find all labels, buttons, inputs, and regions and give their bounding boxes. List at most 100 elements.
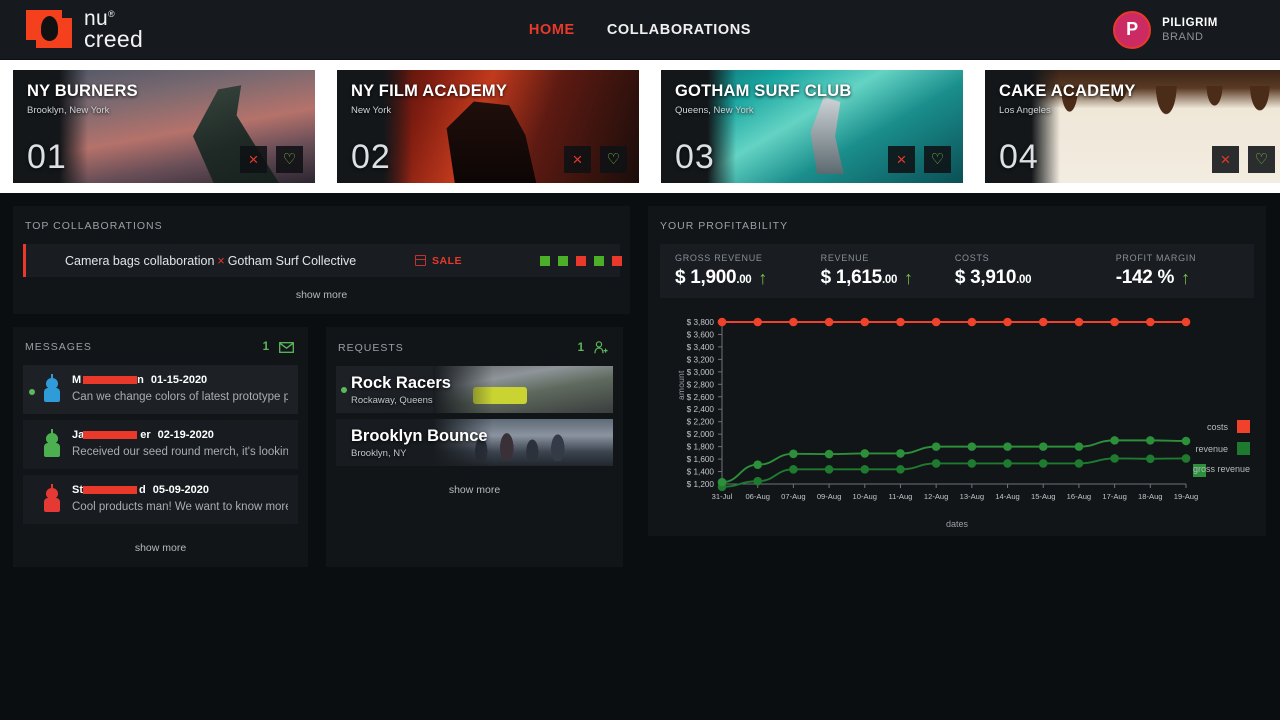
collab-partner-name: Gotham Surf Collective	[227, 253, 357, 268]
request-location: Brooklyn, NY	[351, 447, 407, 459]
x-tick-label: 16-Aug	[1067, 492, 1092, 501]
x-tick-label: 13-Aug	[960, 492, 985, 501]
chart-point	[753, 460, 762, 469]
show-more-messages[interactable]: show more	[13, 530, 308, 567]
logo-wordmark: nu® creed	[84, 8, 143, 50]
x-tick-label: 31-Jul	[712, 492, 733, 501]
kpi-revenue: REVENUE $ 1,615.00 ↑	[806, 253, 940, 289]
app-logo[interactable]: nu® creed	[26, 8, 143, 52]
collaboration-card[interactable]: GOTHAM SURF CLUB Queens, New York 03 × ♡	[661, 70, 963, 183]
chart-point	[824, 465, 834, 474]
nav-item-collaborations[interactable]: COLLABORATIONS	[607, 22, 751, 38]
messages-count: 1	[262, 341, 270, 353]
show-more-collaborations[interactable]: show more	[13, 277, 630, 314]
kpi-value: $ 3,910.00	[954, 267, 1032, 288]
requests-panel: REQUESTS 1 Rock Racers Rockaway, Queens …	[326, 327, 623, 567]
x-tick-label: 07-Aug	[781, 492, 806, 501]
top-navigation-bar: nu® creed HOME COLLABORATIONS P PILIGRIM…	[0, 0, 1280, 60]
reject-button[interactable]: ×	[240, 146, 267, 173]
collaboration-card[interactable]: NY FILM ACADEMY New York 02 × ♡	[337, 70, 639, 183]
y-tick-label: $ 1,400	[687, 468, 715, 477]
avatar: P	[1113, 10, 1152, 49]
x-tick-label: 17-Aug	[1102, 492, 1127, 501]
sale-label: SALE	[432, 254, 463, 267]
card-location: Queens, New York	[675, 105, 754, 116]
y-tick-label: $ 3,400	[687, 343, 715, 352]
collaboration-row[interactable]: Camera bags collaboration × Gotham Surf Co…	[23, 244, 622, 277]
message-sender: St d	[72, 484, 146, 496]
list-item[interactable]: Rock Racers Rockaway, Queens	[336, 366, 613, 413]
reject-button[interactable]: ×	[1212, 146, 1239, 173]
heart-icon: ♡	[930, 151, 945, 168]
list-item[interactable]: Mn 01-15-2020 Can we change colors of la…	[23, 365, 298, 414]
collaboration-card-carousel: NY BURNERS Brooklyn, New York 01 × ♡ NY …	[0, 60, 1280, 193]
collaboration-card[interactable]: CAKE ACADEMY Los Angeles 04 × ♡	[985, 70, 1280, 183]
chart-point	[789, 465, 798, 474]
show-more-requests[interactable]: show more	[326, 472, 623, 509]
x-tick-label: 10-Aug	[853, 492, 878, 501]
registered-mark-icon: ®	[107, 9, 115, 20]
chart-point	[860, 449, 870, 458]
close-icon: ×	[572, 150, 583, 169]
status-badge	[576, 255, 586, 266]
add-user-icon[interactable]	[594, 341, 609, 354]
like-button[interactable]: ♡	[924, 146, 951, 173]
chart-point	[967, 459, 977, 468]
request-location: Rockaway, Queens	[351, 394, 433, 406]
chart-point	[896, 449, 905, 458]
list-item[interactable]: Ja er 02-19-2020 Received our seed round …	[23, 420, 298, 469]
chart-point	[1181, 436, 1191, 446]
collaboration-name: Camera bags collaboration × Gotham Surf Co…	[65, 254, 356, 268]
status-badge	[558, 255, 568, 266]
list-item[interactable]: Brooklyn Bounce Brooklyn, NY	[336, 419, 613, 466]
right-column: YOUR PROFITABILITY GROSS REVENUE $ 1,900…	[648, 206, 1266, 567]
like-button[interactable]: ♡	[600, 146, 627, 173]
request-name: Rock Racers	[351, 373, 451, 392]
x-tick-label: 14-Aug	[995, 492, 1020, 501]
envelope-icon[interactable]	[279, 341, 294, 353]
main-nav-links: HOME COLLABORATIONS	[529, 22, 751, 38]
chart-point	[1110, 454, 1119, 463]
card-number: 03	[675, 138, 715, 176]
chart-point	[1110, 436, 1119, 445]
like-button[interactable]: ♡	[276, 146, 303, 173]
legend-item: gross revenue	[1192, 464, 1250, 477]
reject-button[interactable]: ×	[888, 146, 915, 173]
panel-header: MESSAGES 1	[13, 327, 308, 365]
kpi-value: $ 1,900.00	[675, 267, 752, 288]
x-tick-label: 11-Aug	[888, 492, 912, 501]
message-preview: Can we change colors of latest prototype…	[72, 391, 288, 403]
status-squares	[540, 255, 622, 266]
chart-point	[717, 477, 727, 487]
avatar	[41, 484, 63, 514]
y-tick-label: $ 3,000	[687, 368, 715, 377]
y-tick-label: $ 2,400	[687, 405, 715, 414]
chart-point	[717, 317, 727, 327]
collaboration-card[interactable]: NY BURNERS Brooklyn, New York 01 × ♡	[13, 70, 315, 183]
chart-point	[1003, 442, 1012, 451]
card-location: New York	[351, 105, 392, 116]
user-profile[interactable]: P PILIGRIM BRAND	[1113, 10, 1218, 49]
kpi-label: COSTS	[954, 253, 990, 263]
card-location: Los Angeles	[999, 105, 1051, 116]
nav-item-home[interactable]: HOME	[529, 22, 575, 38]
reject-button[interactable]: ×	[564, 146, 591, 173]
sale-tag: SALE	[415, 255, 462, 267]
race-photo	[433, 366, 613, 413]
x-tick-label: 15-Aug	[1031, 492, 1056, 501]
chart-point	[753, 476, 762, 486]
list-item[interactable]: St d 05-09-2020 Cool products man! We wan…	[23, 475, 298, 524]
left-column: TOP COLLABORATIONS Camera bags collabora…	[13, 206, 630, 567]
unread-dot	[341, 440, 347, 446]
x-tick-label: 18-Aug	[1138, 492, 1163, 501]
trend-up-icon: ↑	[758, 268, 768, 288]
chart-point	[1181, 454, 1191, 463]
chart-point	[1074, 442, 1084, 451]
like-button[interactable]: ♡	[1248, 146, 1275, 173]
status-badge	[594, 255, 604, 266]
close-icon: ×	[896, 150, 907, 169]
kpi-costs: COSTS $ 3,910.00	[940, 253, 1101, 289]
avatar	[41, 374, 63, 404]
chart-point	[1074, 459, 1084, 468]
chart-point	[931, 442, 941, 451]
